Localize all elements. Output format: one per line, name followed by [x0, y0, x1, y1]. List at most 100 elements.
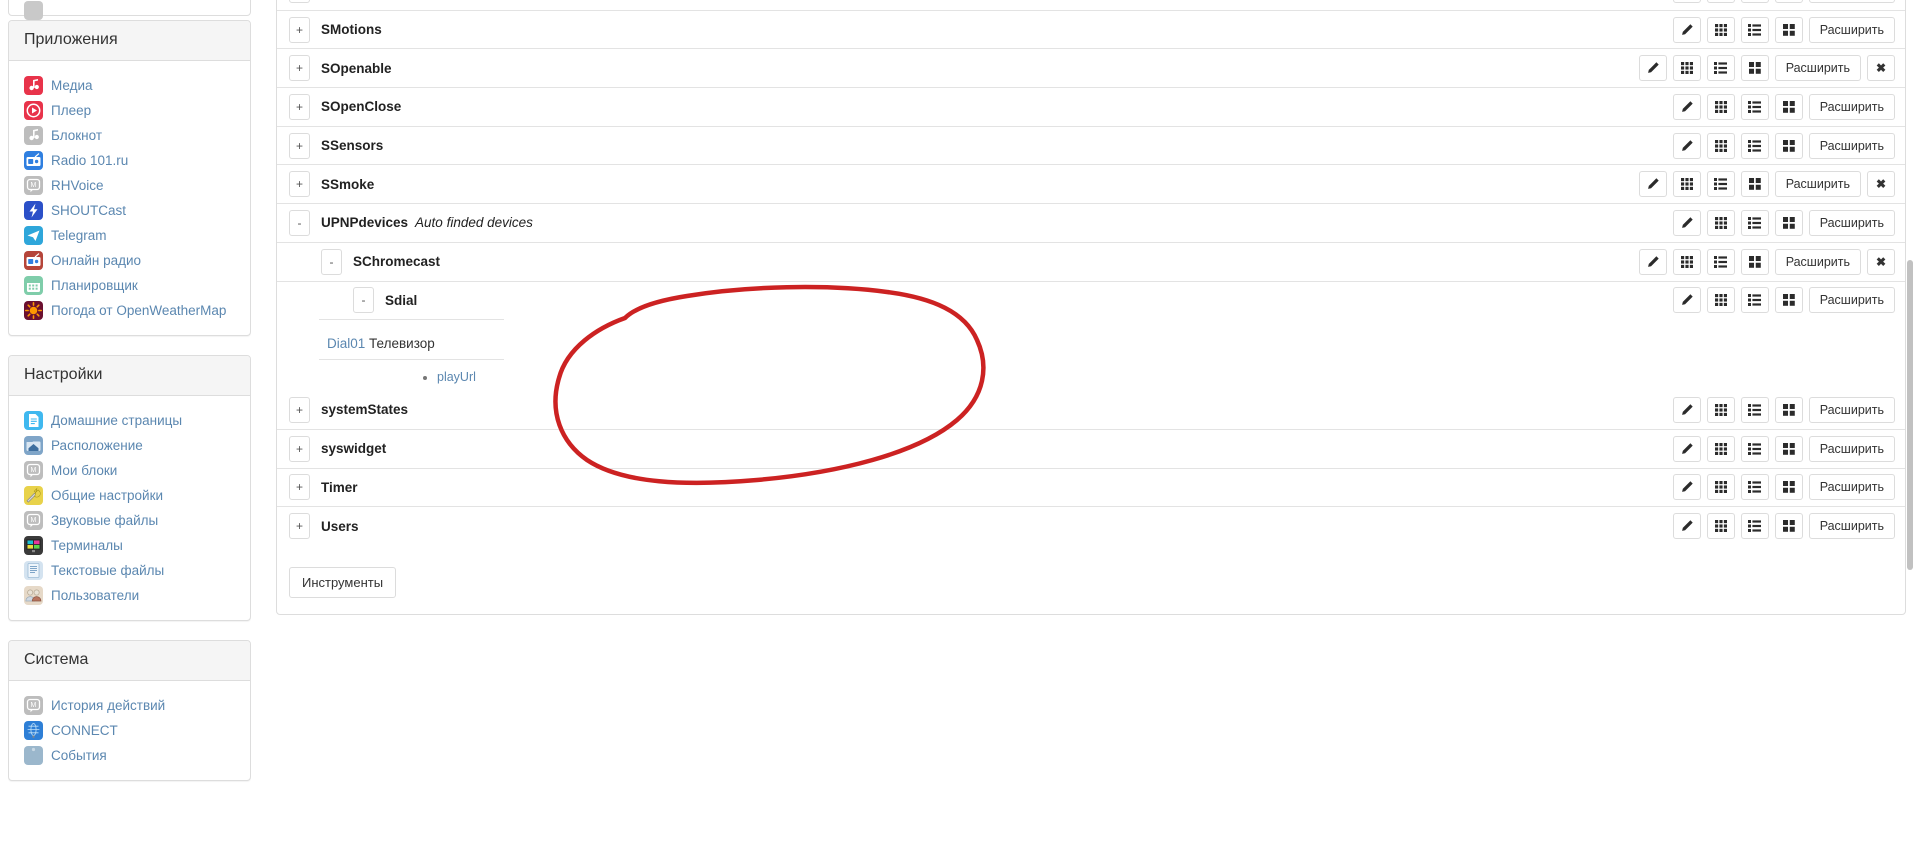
grid-dots-button[interactable] [1706, 513, 1735, 540]
edit-pencil-button[interactable] [1672, 287, 1701, 314]
expand-button[interactable]: Расширить [1808, 16, 1895, 43]
expand-toggle-button[interactable]: + [289, 513, 310, 540]
list-lines-button[interactable] [1740, 93, 1769, 120]
expand-toggle-button[interactable]: + [289, 435, 310, 462]
edit-pencil-button[interactable] [1672, 132, 1701, 159]
edit-pencil-button[interactable] [1672, 209, 1701, 236]
expand-button[interactable]: Расширить [1808, 93, 1895, 120]
sidebar-item-события[interactable]: События [24, 743, 235, 768]
grid-dots-button[interactable] [1706, 474, 1735, 501]
edit-pencil-button[interactable] [1638, 171, 1667, 198]
edit-pencil-button[interactable] [1638, 55, 1667, 82]
edit-pencil-button[interactable] [1672, 16, 1701, 43]
blocks-four-button[interactable] [1774, 16, 1803, 43]
blocks-four-button[interactable] [1774, 435, 1803, 462]
sidebar-item-медиа[interactable]: Медиа [24, 73, 235, 98]
expand-toggle-button[interactable]: + [289, 93, 310, 120]
expand-toggle-button[interactable]: + [289, 474, 310, 501]
expand-toggle-button[interactable]: + [289, 0, 310, 4]
close-button[interactable]: ✖ [1867, 248, 1895, 275]
expand-button[interactable]: Расширить [1808, 474, 1895, 501]
blocks-four-button[interactable] [1774, 513, 1803, 540]
sidebar-item-shoutcast[interactable]: SHOUTCast [24, 198, 235, 223]
sidebar-item-telegram[interactable]: Telegram [24, 223, 235, 248]
collapse-toggle-button[interactable]: - [321, 248, 342, 275]
grid-dots-button[interactable] [1706, 16, 1735, 43]
expand-button[interactable]: Расширить [1774, 55, 1861, 82]
grid-dots-button[interactable] [1706, 396, 1735, 423]
sidebar-item-connect[interactable]: CONNECT [24, 718, 235, 743]
sidebar-item-домашние-страницы[interactable]: Домашние страницы [24, 408, 235, 433]
expand-button[interactable]: Расширить [1808, 209, 1895, 236]
list-lines-button[interactable] [1740, 474, 1769, 501]
grid-dots-button[interactable] [1706, 132, 1735, 159]
expand-toggle-button[interactable]: + [289, 16, 310, 43]
blocks-four-button[interactable] [1774, 287, 1803, 314]
scrollbar-thumb[interactable] [1907, 260, 1913, 570]
expand-toggle-button[interactable]: + [289, 396, 310, 423]
list-lines-button[interactable] [1740, 0, 1769, 4]
edit-pencil-button[interactable] [1672, 396, 1701, 423]
edit-pencil-button[interactable] [1672, 513, 1701, 540]
sidebar-item-звуковые-файлы[interactable]: M Звуковые файлы [24, 508, 235, 533]
edit-pencil-button[interactable] [1672, 0, 1701, 4]
grid-dots-button[interactable] [1706, 435, 1735, 462]
blocks-four-button[interactable] [1740, 55, 1769, 82]
grid-dots-button[interactable] [1672, 171, 1701, 198]
blocks-four-button[interactable] [1774, 93, 1803, 120]
blocks-four-button[interactable] [1774, 474, 1803, 501]
expand-button[interactable]: Расширить [1808, 287, 1895, 314]
blocks-four-button[interactable] [1774, 0, 1803, 4]
close-button[interactable]: ✖ [1867, 171, 1895, 198]
sidebar-item-онлайн-радио[interactable]: Онлайн радио [24, 248, 235, 273]
grid-dots-button[interactable] [1672, 55, 1701, 82]
list-lines-button[interactable] [1740, 16, 1769, 43]
list-lines-button[interactable] [1740, 132, 1769, 159]
expand-button[interactable]: Расширить [1808, 396, 1895, 423]
expand-toggle-button[interactable]: + [289, 132, 310, 159]
list-lines-button[interactable] [1706, 171, 1735, 198]
expand-toggle-button[interactable]: + [289, 55, 310, 82]
collapse-toggle-button[interactable]: - [289, 209, 310, 236]
device-link[interactable]: Dial01 [327, 336, 365, 351]
expand-button[interactable]: Расширить [1774, 248, 1861, 275]
list-lines-button[interactable] [1740, 513, 1769, 540]
tools-button[interactable]: Инструменты [289, 566, 397, 598]
collapse-toggle-button[interactable]: - [353, 287, 374, 314]
expand-button[interactable]: Расширить [1808, 435, 1895, 462]
page-scrollbar[interactable] [1906, 0, 1914, 844]
grid-dots-button[interactable] [1706, 287, 1735, 314]
sidebar-item-пользователи[interactable]: Пользователи [24, 583, 235, 608]
list-lines-button[interactable] [1706, 248, 1735, 275]
grid-dots-button[interactable] [1706, 0, 1735, 4]
sidebar-item-общие-настройки[interactable]: Общие настройки [24, 483, 235, 508]
blocks-four-button[interactable] [1740, 248, 1769, 275]
grid-dots-button[interactable] [1706, 93, 1735, 120]
expand-toggle-button[interactable]: + [289, 171, 310, 198]
list-lines-button[interactable] [1740, 435, 1769, 462]
sidebar-item-погода-от-openweathermap[interactable]: Погода от OpenWeatherMap [24, 298, 235, 323]
edit-pencil-button[interactable] [1672, 93, 1701, 120]
grid-dots-button[interactable] [1706, 209, 1735, 236]
blocks-four-button[interactable] [1774, 209, 1803, 236]
expand-button[interactable]: Расширить [1808, 132, 1895, 159]
blocks-four-button[interactable] [1774, 396, 1803, 423]
expand-button[interactable]: Расширить [1808, 0, 1895, 4]
sidebar-item-блокнот[interactable]: Блокнот [24, 123, 235, 148]
sidebar-item-планировщик[interactable]: Планировщик [24, 273, 235, 298]
blocks-four-button[interactable] [1740, 171, 1769, 198]
sidebar-item-текстовые-файлы[interactable]: Текстовые файлы [24, 558, 235, 583]
close-button[interactable]: ✖ [1867, 55, 1895, 82]
sidebar-item-история-действий[interactable]: M История действий [24, 693, 235, 718]
grid-dots-button[interactable] [1672, 248, 1701, 275]
list-lines-button[interactable] [1706, 55, 1735, 82]
list-lines-button[interactable] [1740, 209, 1769, 236]
edit-pencil-button[interactable] [1672, 435, 1701, 462]
sidebar-item-rhvoice[interactable]: M RHVoice [24, 173, 235, 198]
sidebar-item-расположение[interactable]: Расположение [24, 433, 235, 458]
sidebar-item-терминалы[interactable]: Терминалы [24, 533, 235, 558]
sidebar-item-radio-101-ru[interactable]: Radio 101.ru [24, 148, 235, 173]
blocks-four-button[interactable] [1774, 132, 1803, 159]
sidebar-item-плеер[interactable]: Плеер [24, 98, 235, 123]
list-lines-button[interactable] [1740, 396, 1769, 423]
